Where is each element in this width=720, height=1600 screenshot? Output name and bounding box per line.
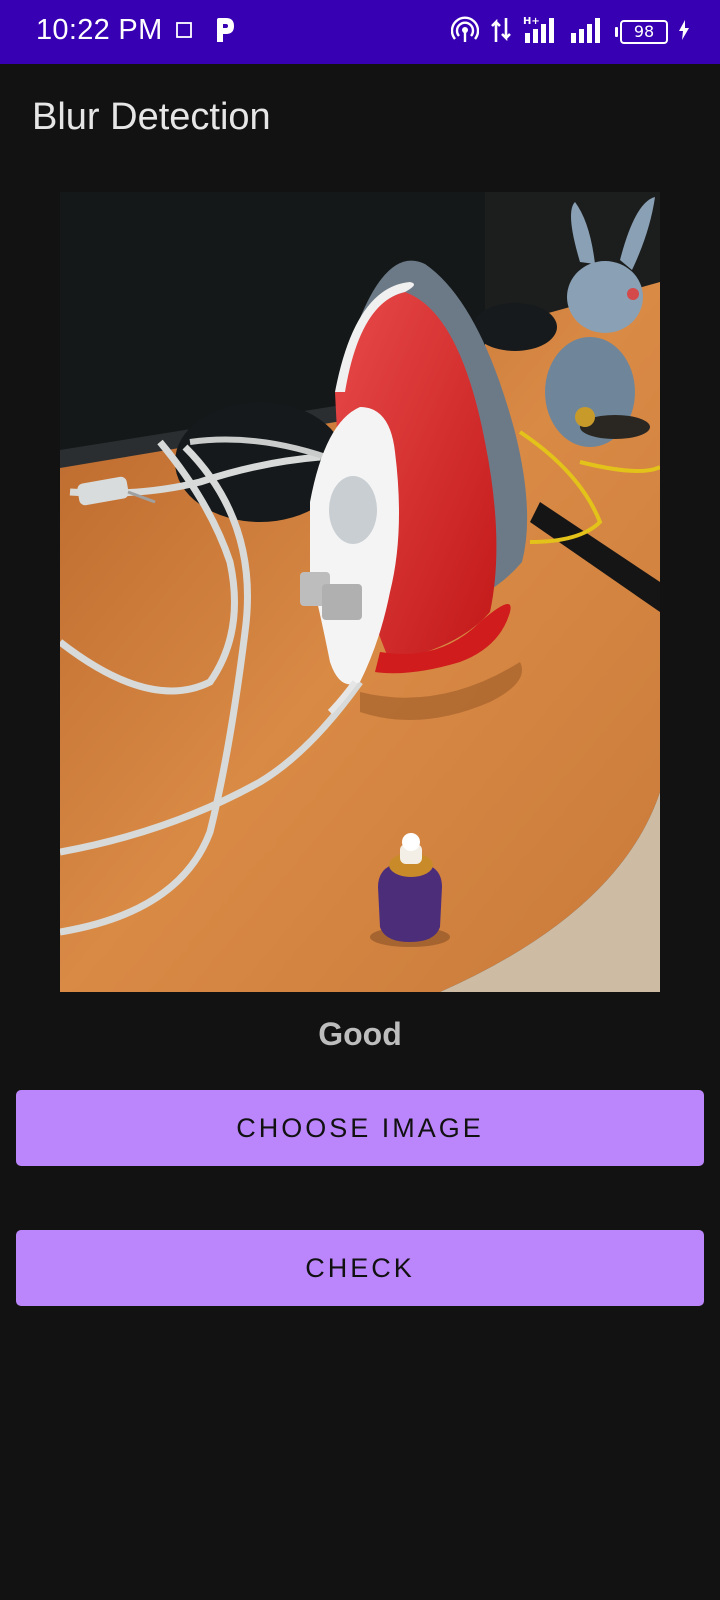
data-transfer-icon bbox=[489, 16, 513, 49]
screenshot-icon bbox=[174, 20, 194, 45]
parking-app-icon bbox=[214, 16, 236, 49]
hotspot-icon bbox=[450, 16, 480, 49]
svg-text:H+: H+ bbox=[523, 16, 540, 27]
status-right-icons: H+ 98 bbox=[450, 15, 690, 50]
signal-hplus-icon: H+ bbox=[523, 15, 559, 50]
selected-photo bbox=[60, 192, 660, 992]
signal-icon bbox=[569, 15, 605, 50]
choose-image-button[interactable]: CHOOSE IMAGE bbox=[16, 1090, 704, 1166]
check-button[interactable]: CHECK bbox=[16, 1230, 704, 1306]
blur-result-label: Good bbox=[318, 1016, 402, 1052]
status-time: 10:22 PM bbox=[36, 14, 163, 46]
charging-icon bbox=[678, 19, 690, 45]
battery-body: 98 bbox=[620, 20, 668, 44]
battery-level: 98 bbox=[633, 22, 655, 41]
battery-icon: 98 bbox=[615, 20, 668, 44]
status-left-icons bbox=[174, 16, 236, 48]
app-screen: 10:22 PM H+ 98 Blur Detection Good CHOOS… bbox=[0, 0, 720, 1600]
battery-cap bbox=[615, 27, 618, 37]
status-bar: 10:22 PM H+ 98 bbox=[0, 0, 720, 64]
page-title: Blur Detection bbox=[32, 96, 271, 138]
